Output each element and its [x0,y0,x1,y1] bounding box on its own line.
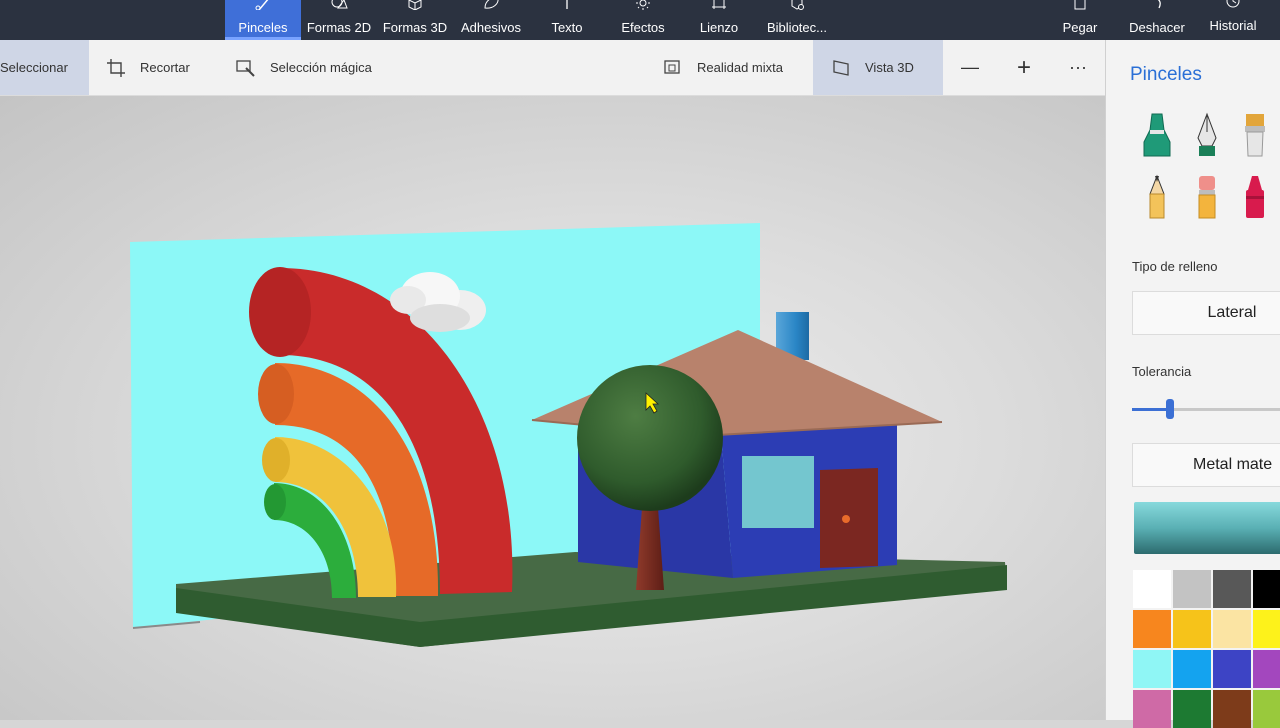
color-preview[interactable] [1134,502,1280,554]
history-icon [1226,0,1240,8]
material-dropdown[interactable]: Metal mate [1132,443,1280,487]
top-command-bar: Pinceles Formas 2D Formas 3D Adhesivos T… [0,0,1280,40]
view-3d-label: Vista 3D [865,60,914,75]
sun-icon [636,0,650,10]
plus-icon: + [1016,53,1031,81]
undo-icon [1157,0,1161,9]
tab-brushes[interactable]: Pinceles [225,0,301,40]
tab-stickers[interactable]: Adhesivos [453,0,529,40]
crop-label: Recortar [140,60,190,75]
color-swatch[interactable] [1173,570,1211,608]
library-icon [791,0,804,10]
tab-shapes-2d[interactable]: Formas 2D [301,0,377,40]
fill-type-label: Tipo de relleno [1132,259,1218,274]
panel-title: Pinceles [1130,64,1202,85]
mixed-reality-icon [664,59,680,74]
color-swatch[interactable] [1133,650,1171,688]
color-swatch[interactable] [1173,690,1211,728]
tab-canvas[interactable]: Lienzo [681,0,757,40]
paste-button[interactable]: Pegar [1042,0,1118,40]
shapes-2d-icon [331,0,348,9]
tolerance-slider[interactable] [1132,399,1280,419]
color-swatch[interactable] [1253,690,1280,728]
view-3d-icon [833,59,849,76]
magic-select-icon [236,59,255,77]
tab-label: Bibliotec... [767,20,827,35]
color-swatch[interactable] [1213,610,1251,648]
tab-effects[interactable]: Efectos [605,0,681,40]
mixed-reality-button[interactable]: Realidad mixta [663,40,803,95]
magic-select-button[interactable]: Selección mágica [236,40,396,95]
history-button[interactable]: Historial [1195,0,1271,40]
minus-icon: — [961,57,979,77]
tab-label: Efectos [621,20,665,35]
text-icon [566,0,568,9]
color-swatch[interactable] [1133,610,1171,648]
canvas-icon [712,0,726,9]
crop-icon [107,58,125,77]
color-swatch[interactable] [1253,610,1280,648]
fill-type-dropdown[interactable]: Lateral [1132,291,1280,335]
cube-icon [408,0,422,10]
action-label: Pegar [1062,20,1098,35]
crayon-icon[interactable] [1240,174,1270,220]
view-3d-button[interactable]: Vista 3D [813,40,943,95]
oil-brush-icon[interactable] [1240,112,1270,158]
magic-select-label: Selección mágica [270,60,372,75]
color-swatch[interactable] [1173,650,1211,688]
material-value: Metal mate [1193,456,1273,473]
secondary-toolbar: Seleccionar Recortar Selección mágica Re… [0,40,1105,96]
tab-label: Pinceles [238,20,288,35]
tab-label: Lienzo [699,20,739,35]
color-swatch[interactable] [1133,690,1171,728]
color-swatch[interactable] [1213,650,1251,688]
color-swatch[interactable] [1133,570,1171,608]
sticker-icon [484,0,499,9]
more-options-button[interactable]: ··· [1064,40,1092,95]
zoom-in-button[interactable]: + [1012,40,1036,95]
calligraphy-pen-icon[interactable] [1192,112,1222,158]
scene-3d [130,223,1007,647]
color-swatch[interactable] [1253,570,1280,608]
fill-type-value: Lateral [1207,304,1257,321]
color-swatch[interactable] [1213,690,1251,728]
zoom-out-button[interactable]: — [960,40,980,95]
slider-fill [1132,408,1171,411]
pencil-icon[interactable] [1142,174,1172,220]
color-swatch[interactable] [1173,610,1211,648]
select-label: Seleccionar [0,60,68,75]
canvas-area[interactable] [0,96,1105,720]
tab-text[interactable]: Texto [529,0,605,40]
mixed-reality-label: Realidad mixta [697,60,783,75]
undo-button[interactable]: Deshacer [1119,0,1195,40]
color-swatch[interactable] [1213,570,1251,608]
tab-library[interactable]: Bibliotec... [757,0,837,40]
marker-brush-icon[interactable] [1142,112,1172,158]
action-label: Deshacer [1129,20,1185,35]
brush-icon [255,0,269,10]
tab-shapes-3d[interactable]: Formas 3D [377,0,453,40]
paste-icon [1074,0,1086,10]
eraser-icon[interactable] [1192,174,1222,220]
tab-label: Formas 3D [382,20,448,35]
color-swatch[interactable] [1253,650,1280,688]
tab-label: Formas 2D [306,20,372,35]
select-button[interactable]: Seleccionar [0,40,89,95]
slider-thumb[interactable] [1166,399,1175,419]
more-icon: ··· [1069,57,1087,77]
tolerance-label: Tolerancia [1132,364,1192,379]
tab-label: Texto [551,20,583,35]
tab-label: Adhesivos [461,20,521,35]
brushes-panel: Pinceles Tipo de relleno Lateral Toleran… [1105,40,1280,728]
crop-button[interactable]: Recortar [106,40,216,95]
action-label: Historial [1209,18,1257,33]
